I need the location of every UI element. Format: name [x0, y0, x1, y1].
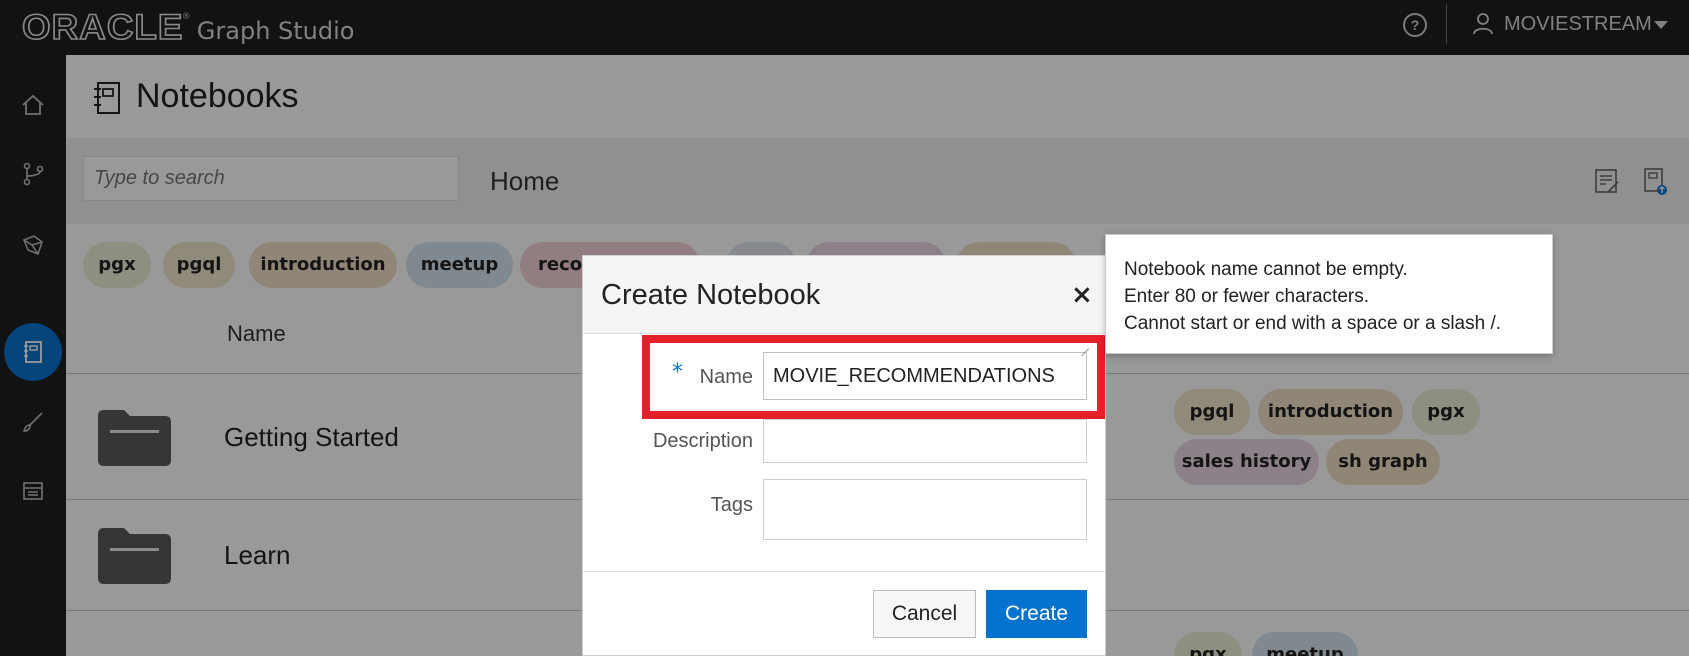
- dialog-footer: Cancel Create: [583, 571, 1105, 656]
- validation-message: Enter 80 or fewer characters.: [1124, 286, 1369, 307]
- tags-label: Tags: [710, 494, 753, 516]
- highlight-box: [642, 335, 1105, 419]
- validation-tooltip: Notebook name cannot be empty. Enter 80 …: [1105, 234, 1553, 354]
- description-input[interactable]: [763, 419, 1087, 463]
- description-label: Description: [652, 430, 753, 452]
- create-button[interactable]: Create: [986, 590, 1087, 638]
- dialog-header: Create Notebook ×: [583, 256, 1105, 334]
- cancel-button[interactable]: Cancel: [873, 590, 976, 638]
- create-notebook-dialog: Create Notebook × * Name MOVIE_RECOMMEND…: [582, 255, 1106, 656]
- validation-message: Cannot start or end with a space or a sl…: [1124, 313, 1502, 334]
- validation-message: Notebook name cannot be empty.: [1124, 259, 1408, 280]
- dialog-title: Create Notebook: [601, 279, 821, 311]
- tags-input[interactable]: [763, 479, 1087, 540]
- close-icon[interactable]: ×: [1071, 282, 1093, 308]
